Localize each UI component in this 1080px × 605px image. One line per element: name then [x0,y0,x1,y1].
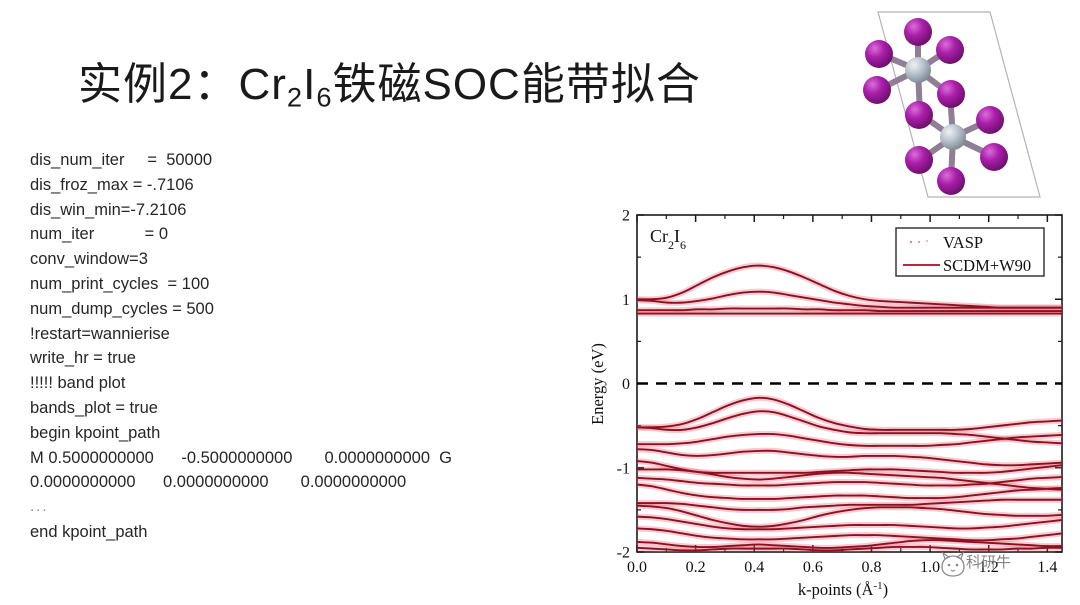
bond-group [875,29,996,183]
code-line: dis_num_iter = 50000 [30,151,213,169]
code-line: ... [30,498,49,516]
x-tick-label: 0.2 [686,559,706,576]
x-tick-label: 1.4 [1037,559,1057,576]
slide-canvas: 实例2：Cr2I6铁磁SOC能带拟合 dis_num_iter = 50000 d… [0,0,1080,605]
code-line: !restart=wannierise [30,324,170,343]
x-tick-label: 0.4 [744,559,764,576]
code-line: conv_window=3 [30,250,148,269]
title-suffix: 铁磁SOC能带拟合 [332,60,701,109]
band-structure-plot: 0.0 0.2 0.4 0.6 0.8 1.0 1.2 1.4 -2 -1 0 1 2 Energy (… [588,206,1080,605]
y-tick-label: 1 [622,292,630,309]
title-prefix: 实例2：Cr [78,60,287,109]
page-title: 实例2：Cr2I6铁磁SOC能带拟合 [78,48,701,114]
title-sub-2: 2 [286,81,304,113]
x-tick-label: 0.0 [627,559,647,576]
x-tick-label: 0.8 [861,559,881,576]
plot-legend: VASP SCDM+W90 [895,227,1045,277]
title-mid: I [303,60,317,109]
code-line: begin kpoint_path [30,423,161,442]
code-line: end kpoint_path [30,522,148,541]
x-tick-label: 0.6 [803,559,823,576]
code-line: dis_win_min=-7.2106 [30,200,187,219]
code-line: write_hr = true [30,349,136,368]
code-line: num_iter = 0 [30,225,169,244]
iodine-atom-group [863,18,1008,195]
y-tick-label: 0 [622,376,630,393]
x-tick-label: 1.2 [979,559,999,576]
wannier-input-code-block: dis_num_iter = 50000 dis_froz_max = -.710… [30,148,570,545]
y-axis-label: Energy (eV) [588,343,607,425]
code-line: 0.0000000000 0.0000000000 0.0000000000 [30,473,407,492]
y-tick-label: 2 [622,208,630,225]
code-line: dis_froz_max = -.7106 [30,175,194,194]
x-axis-label: k-points (Å-1) [798,580,888,599]
y-tick-label: -1 [617,460,630,477]
legend-label-vasp: VASP [943,233,983,252]
title-sub-6: 6 [316,81,333,113]
y-tick-label: -2 [617,545,630,562]
code-line: num_print_cycles = 100 [30,274,210,293]
x-tick-label: 1.0 [920,559,940,576]
code-line: bands_plot = true [30,398,158,417]
legend-label-scdm-w90: SCDM+W90 [943,256,1031,275]
code-line: num_dump_cycles = 500 [30,299,214,318]
code-line: M 0.5000000000 -0.5000000000 0.000000000… [30,448,452,467]
code-line: !!!!! band plot [30,374,126,393]
crystal-structure-figure [838,2,1080,207]
